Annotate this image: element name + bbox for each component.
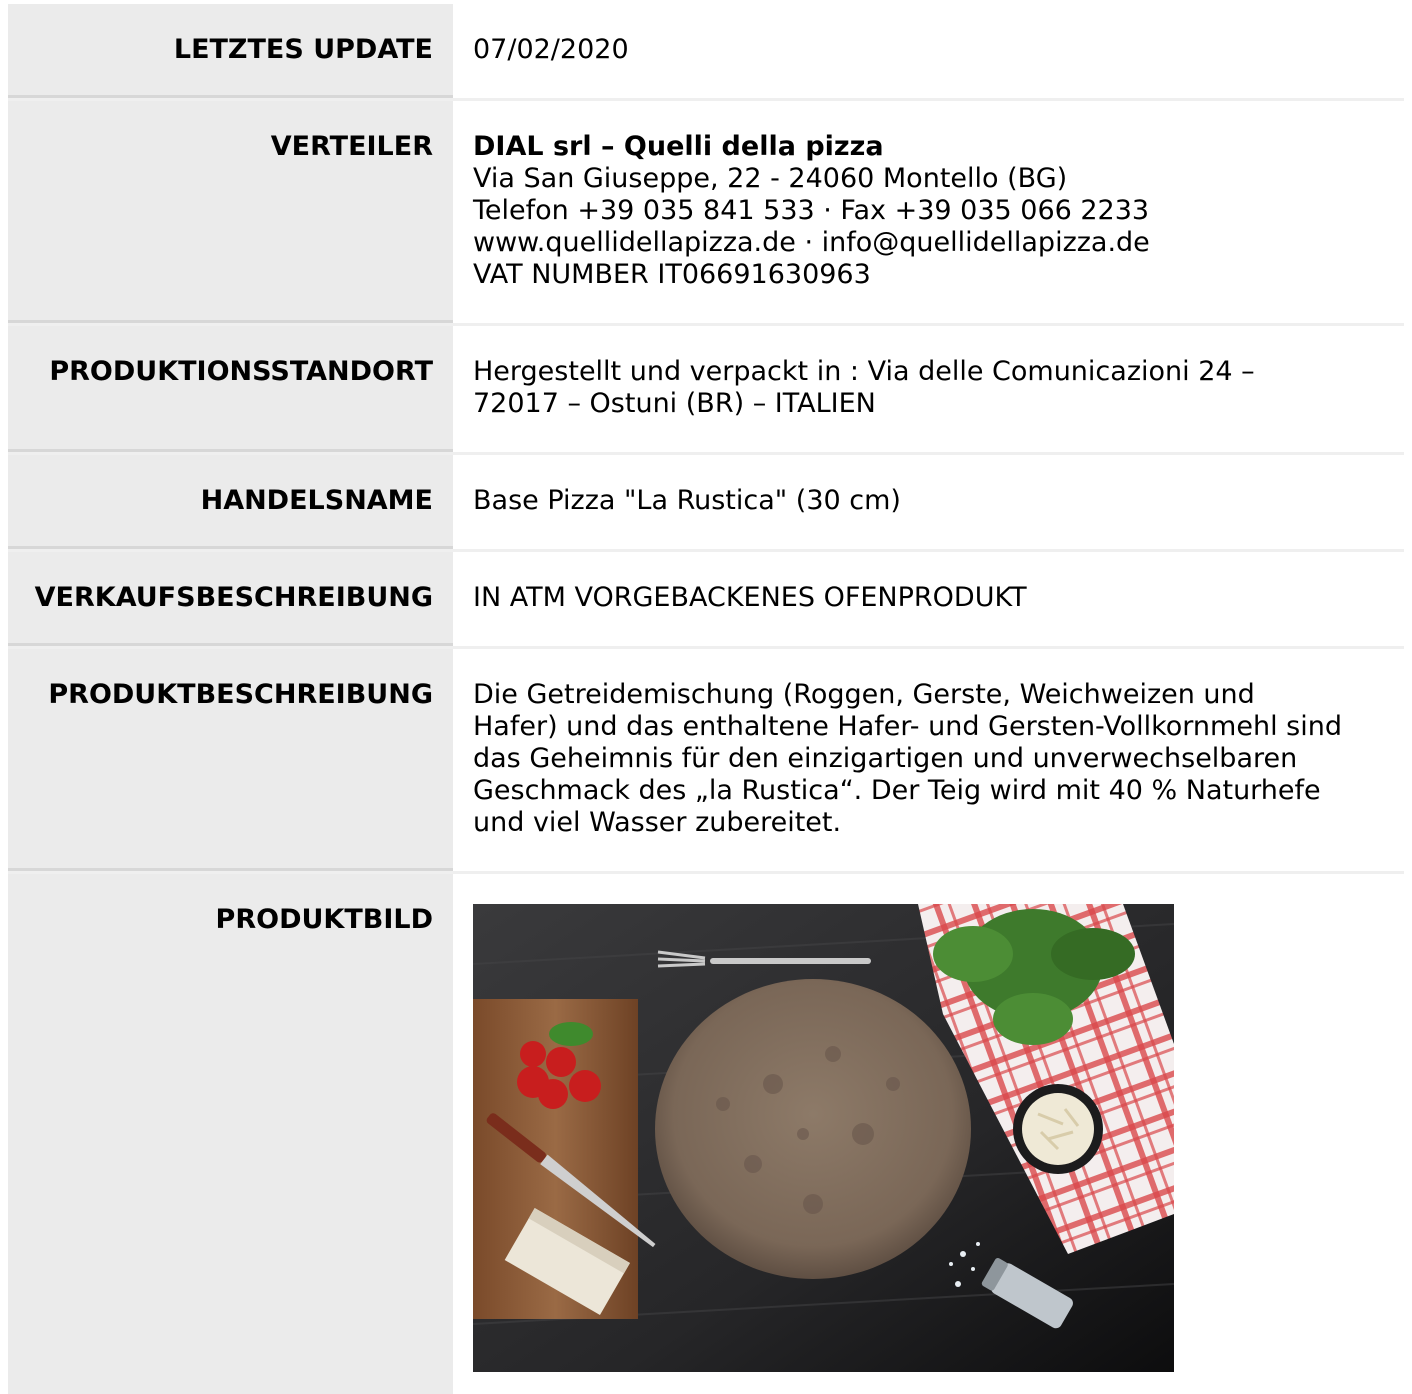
distributor-web-email: www.quellidellapizza.de · info@quellidel… bbox=[473, 227, 1150, 258]
distributor-vat: VAT NUMBER IT06691630963 bbox=[473, 259, 871, 290]
distributor-company: DIAL srl – Quelli della pizza bbox=[473, 131, 884, 162]
value-product-description: Die Getreidemischung (Roggen, Gerste, We… bbox=[453, 649, 1404, 871]
row-last-update: LETZTES UPDATE 07/02/2020 bbox=[8, 4, 1404, 101]
row-distributor: VERTEILER DIAL srl – Quelli della pizza … bbox=[8, 101, 1404, 326]
distributor-phone-fax: Telefon +39 035 841 533 · Fax +39 035 06… bbox=[473, 195, 1150, 226]
value-production-site: Hergestellt und verpackt in : Via delle … bbox=[453, 326, 1404, 452]
product-photo bbox=[473, 904, 1174, 1372]
row-production-site: PRODUKTIONSSTANDORT Hergestellt und verp… bbox=[8, 326, 1404, 455]
label-sales-description: VERKAUFSBESCHREIBUNG bbox=[8, 552, 453, 646]
label-distributor: VERTEILER bbox=[8, 101, 453, 323]
production-line-1: Hergestellt und verpackt in : Via delle … bbox=[473, 356, 1255, 387]
description-line-1: Die Getreidemischung (Roggen, Gerste, We… bbox=[473, 679, 1255, 710]
product-photo-illustration bbox=[473, 904, 1174, 1372]
row-sales-description: VERKAUFSBESCHREIBUNG IN ATM VORGEBACKENE… bbox=[8, 552, 1404, 649]
row-product-image: PRODUKTBILD bbox=[8, 874, 1404, 1394]
product-data-sheet: LETZTES UPDATE 07/02/2020 VERTEILER DIAL… bbox=[8, 4, 1404, 1394]
description-line-2: Hafer) und das enthaltene Hafer- und Ger… bbox=[473, 711, 1342, 742]
value-sales-description: IN ATM VORGEBACKENES OFENPRODUKT bbox=[473, 582, 1027, 613]
label-trade-name: HANDELSNAME bbox=[8, 455, 453, 549]
row-product-description: PRODUKTBESCHREIBUNG Die Getreidemischung… bbox=[8, 649, 1404, 874]
label-production-site: PRODUKTIONSSTANDORT bbox=[8, 326, 453, 452]
description-line-3: das Geheimnis für den einzigartigen und … bbox=[473, 743, 1298, 774]
label-product-description: PRODUKTBESCHREIBUNG bbox=[8, 649, 453, 871]
value-last-update: 07/02/2020 bbox=[473, 34, 629, 65]
distributor-address: Via San Giuseppe, 22 - 24060 Montello (B… bbox=[473, 163, 1068, 194]
label-last-update: LETZTES UPDATE bbox=[8, 4, 453, 98]
value-product-image bbox=[453, 874, 1404, 1394]
value-trade-name: Base Pizza "La Rustica" (30 cm) bbox=[473, 485, 901, 516]
description-line-4: Geschmack des „la Rustica“. Der Teig wir… bbox=[473, 775, 1321, 806]
label-product-image: PRODUKTBILD bbox=[8, 874, 453, 1394]
value-distributor: DIAL srl – Quelli della pizza Via San Gi… bbox=[453, 101, 1404, 323]
production-line-2: 72017 – Ostuni (BR) – ITALIEN bbox=[473, 388, 876, 419]
row-trade-name: HANDELSNAME Base Pizza "La Rustica" (30 … bbox=[8, 455, 1404, 552]
description-line-5: und viel Wasser zubereitet. bbox=[473, 807, 842, 838]
